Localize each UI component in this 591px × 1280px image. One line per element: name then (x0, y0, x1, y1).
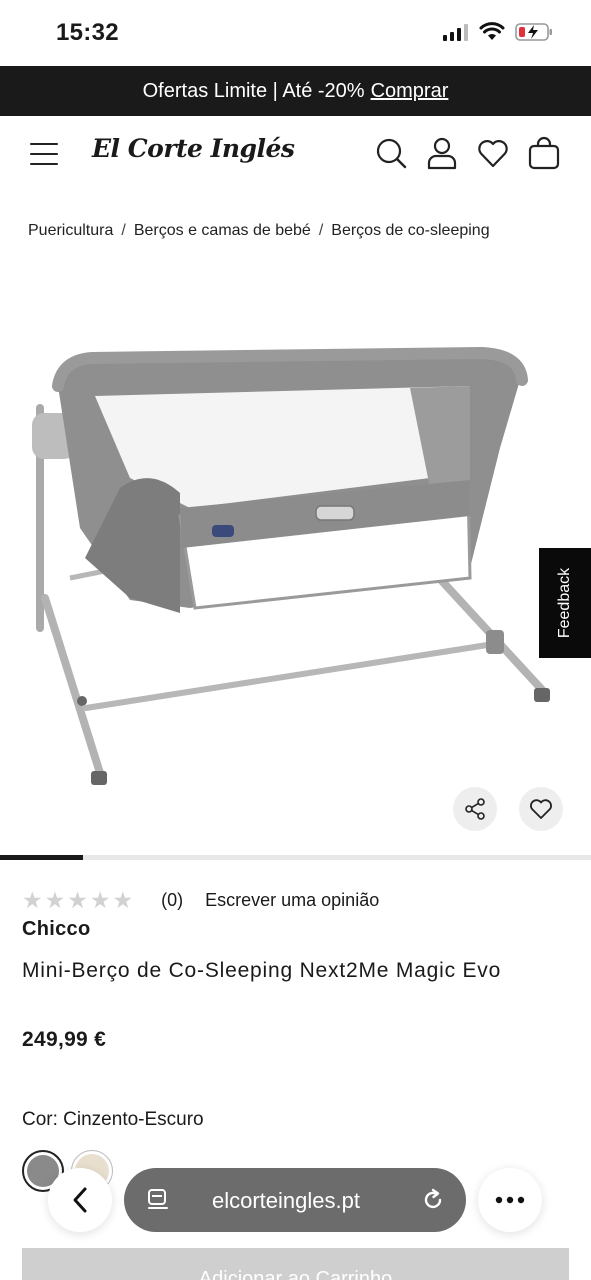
product-title: Mini-Berço de Co-Sleeping Next2Me Magic … (22, 959, 502, 982)
menu-icon[interactable] (30, 140, 58, 168)
share-button[interactable] (453, 787, 497, 831)
search-icon[interactable] (374, 136, 408, 170)
promo-bar: Ofertas Limite | Até -20% Comprar (0, 66, 591, 116)
rating-stars: ★ ★ ★ ★ ★ (22, 886, 134, 913)
gallery-progress-thumb (0, 855, 83, 860)
share-icon (465, 798, 485, 820)
promo-buy-link[interactable]: Comprar (371, 80, 449, 103)
battery-charging-icon (515, 23, 552, 41)
browser-back-button[interactable] (48, 1168, 112, 1232)
rating-row: ★ ★ ★ ★ ★ (0) Escrever uma opinião (22, 886, 379, 914)
promo-text: Ofertas Limite | Até -20% (142, 79, 365, 102)
breadcrumb-item[interactable]: Berços e camas de bebé (134, 222, 311, 240)
back-chevron-icon (73, 1187, 87, 1213)
breadcrumb-item[interactable]: Puericultura (28, 222, 113, 240)
address-bar[interactable]: elcorteingles.pt (124, 1168, 466, 1232)
product-image[interactable] (0, 268, 591, 850)
status-time: 15:32 (56, 19, 119, 46)
heart-icon (530, 799, 552, 819)
wishlist-button[interactable] (519, 787, 563, 831)
site-logo[interactable]: El Corte Inglés (92, 134, 295, 163)
breadcrumb: Puericultura / Berços e camas de bebé / … (28, 222, 490, 240)
cellular-signal-icon (443, 24, 468, 41)
add-to-cart-button[interactable]: Adicionar ao Carrinho (22, 1248, 569, 1280)
breadcrumb-separator: / (318, 222, 324, 239)
star-icon: ★ (44, 886, 66, 913)
star-icon: ★ (89, 886, 111, 913)
bag-icon[interactable] (527, 136, 561, 170)
status-bar: 15:32 (0, 0, 591, 66)
rating-count: (0) (161, 889, 184, 910)
heart-icon[interactable] (476, 136, 510, 170)
reader-icon[interactable] (146, 1188, 170, 1212)
url-text: elcorteingles.pt (212, 1188, 360, 1213)
product-price: 249,99 € (22, 1028, 107, 1051)
breadcrumb-separator: / (121, 222, 126, 239)
star-icon: ★ (112, 886, 134, 913)
product-brand[interactable]: Chicco (22, 918, 90, 941)
feedback-label: Feedback (556, 567, 574, 639)
more-icon (495, 1196, 525, 1204)
color-label: Cor: Cinzento-Escuro (22, 1109, 204, 1130)
reload-icon[interactable] (420, 1187, 446, 1213)
star-icon: ★ (67, 886, 88, 913)
feedback-tab[interactable]: Feedback (539, 548, 591, 658)
browser-more-button[interactable] (478, 1168, 542, 1232)
user-icon[interactable] (425, 136, 459, 170)
wifi-icon (479, 22, 505, 40)
write-review-link[interactable]: Escrever uma opinião (205, 890, 379, 911)
breadcrumb-item[interactable]: Berços de co-sleeping (331, 222, 489, 240)
star-icon: ★ (22, 886, 43, 913)
site-header: El Corte Inglés (0, 116, 591, 192)
gallery-progress-track (0, 855, 591, 860)
status-icons (443, 22, 553, 42)
